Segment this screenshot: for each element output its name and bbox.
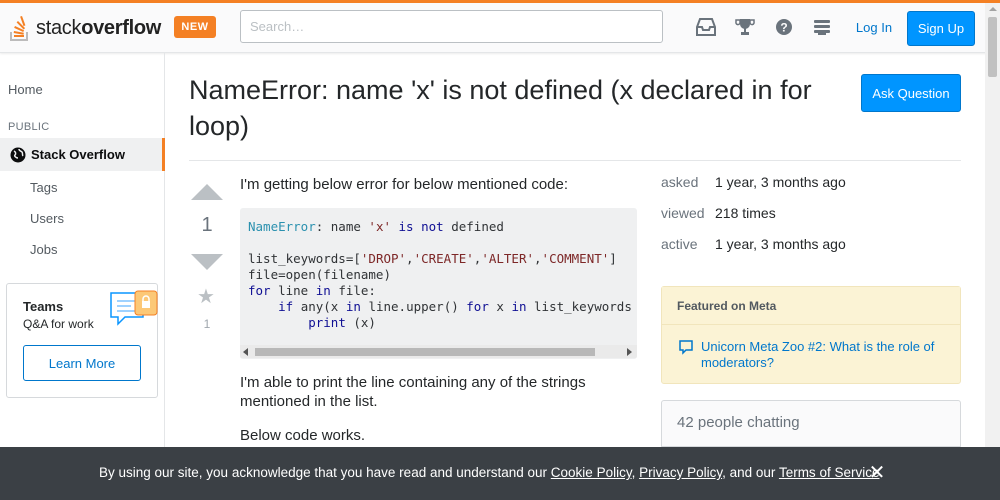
ask-question-button[interactable]: Ask Question [861,74,961,112]
sidebar-heading-public: PUBLIC [8,121,50,133]
cookie-text: By using our site, you acknowledge that … [99,465,883,480]
scrollbar-thumb[interactable] [988,17,997,77]
top-bar: stackoverflow NEW ? Log In Sign Up [0,0,1000,53]
stack-logo-icon [10,16,28,41]
code-line: file=open(filename) [248,267,391,282]
globe-icon [10,147,26,163]
cookie-separator: , [631,465,640,480]
scroll-up-arrow-icon[interactable] [989,7,997,11]
sidebar-item-tags[interactable]: Tags [30,180,57,195]
code-line: print (x) [308,315,376,330]
logo-text: stackoverflow [36,17,161,40]
active-label: active [661,236,698,252]
cookie-prefix: By using our site, you acknowledge that … [99,465,551,480]
sidebar-item-users[interactable]: Users [30,211,64,226]
sidebar-item-jobs[interactable]: Jobs [30,242,57,257]
code-line: for line in file: [248,283,376,298]
scrollbar-thumb[interactable] [255,348,595,356]
code-content: NameError: name 'x' is not defined list_… [248,219,632,331]
cookie-banner: By using our site, you acknowledge that … [0,447,1000,500]
page-vertical-scrollbar[interactable] [985,3,1000,500]
speech-bubble-icon [679,339,693,371]
teams-chat-lock-icon [109,289,159,340]
featured-item[interactable]: Unicorn Meta Zoo #2: What is the role of… [679,339,951,371]
learn-more-button[interactable]: Learn More [23,345,141,381]
login-button[interactable]: Log In [846,11,902,43]
teams-promo: Teams Q&A for work Learn More [6,283,158,398]
inbox-icon[interactable] [695,16,717,38]
question-body-para: I'm able to print the line containing an… [240,374,586,410]
question-body-para: Below code works. [240,427,366,444]
achievements-icon[interactable] [734,16,756,38]
active-value[interactable]: 1 year, 3 months ago [715,236,846,252]
question-title[interactable]: NameError: name 'x' is not defined (x de… [189,72,839,144]
sidebar-item-label: Stack Overflow [31,147,125,162]
code-line: if any(x in line.upper() for x in list_k… [278,299,632,314]
sidebar-item-home[interactable]: Home [8,82,43,97]
signup-button[interactable]: Sign Up [907,11,975,46]
scroll-left-arrow-icon[interactable] [243,348,248,356]
asked-label: asked [661,174,699,190]
chat-title[interactable]: 42 people chatting [677,414,800,431]
code-horizontal-scrollbar[interactable] [240,345,637,358]
close-icon[interactable]: ✕ [866,461,888,484]
privacy-policy-link[interactable]: Privacy Policy [639,465,722,480]
favorite-star-icon[interactable]: ★ [197,287,215,307]
vote-count: 1 [201,214,213,236]
featured-on-meta: Featured on Meta Unicorn Meta Zoo #2: Wh… [661,286,961,384]
stackoverflow-logo[interactable]: stackoverflow [8,11,161,45]
featured-heading: Featured on Meta [662,287,960,325]
left-sidebar: Home PUBLIC Stack Overflow Tags Users Jo… [0,53,165,500]
cookie-separator: , and our [722,465,779,480]
code-block: NameError: name 'x' is not defined list_… [240,208,637,359]
teams-title: Teams [23,299,64,314]
teams-subtitle: Q&A for work [23,317,94,331]
viewed-value: 218 times [715,205,776,221]
cookie-policy-link[interactable]: Cookie Policy [551,465,632,480]
svg-text:?: ? [780,21,787,35]
sidebar-item-stack-overflow[interactable]: Stack Overflow [0,138,165,171]
featured-link[interactable]: Unicorn Meta Zoo #2: What is the role of… [701,339,951,371]
code-line: list_keywords=['DROP','CREATE','ALTER','… [248,251,617,266]
help-icon[interactable]: ? [773,16,795,38]
terms-of-service-link[interactable]: Terms of Service [779,465,880,480]
code-line: NameError: name 'x' is not defined [248,219,504,234]
logo-text-light: stack [36,16,82,39]
new-badge[interactable]: NEW [174,16,216,38]
favorite-count: 1 [203,317,211,331]
upvote-arrow-icon[interactable] [191,184,223,200]
logo-text-bold: overflow [81,16,162,39]
asked-value[interactable]: 1 year, 3 months ago [715,174,846,190]
viewed-label: viewed [661,205,705,221]
site-switcher-icon[interactable] [811,16,833,38]
scroll-right-arrow-icon[interactable] [627,348,632,356]
code-token: NameError [248,219,316,234]
downvote-arrow-icon[interactable] [191,254,223,270]
divider [189,160,961,161]
question-body-intro: I'm getting below error for below mentio… [240,176,569,193]
search-input[interactable] [240,10,663,43]
